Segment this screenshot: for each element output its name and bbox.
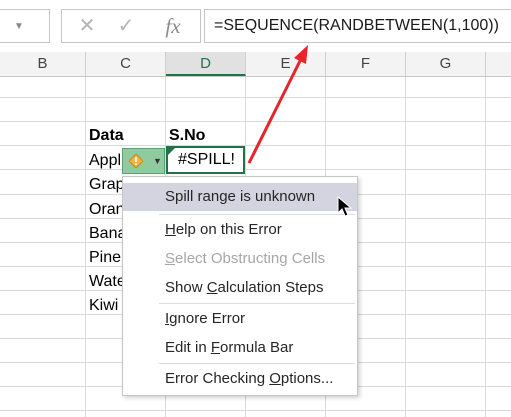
error-indicator-icon [168, 148, 175, 155]
column-header-d[interactable]: D [166, 52, 246, 76]
header-data-cell[interactable]: Data [89, 127, 124, 145]
active-cell-d3[interactable]: #SPILL! [166, 146, 245, 174]
chevron-down-icon[interactable]: ▼ [153, 156, 162, 166]
name-box[interactable]: ▼ [0, 9, 50, 43]
insert-function-button[interactable]: fx [160, 12, 186, 40]
data-cell[interactable]: Wate [89, 273, 126, 291]
column-header-f[interactable]: F [326, 52, 406, 76]
mouse-pointer-icon [337, 196, 353, 217]
error-options-menu: Spill range is unknown Help on this Erro… [122, 176, 358, 396]
column-header-e[interactable]: E [246, 52, 326, 76]
data-cell[interactable]: Grap [89, 176, 125, 194]
menu-item-spill-range-unknown[interactable]: Spill range is unknown [123, 183, 357, 211]
column-headers: B C D E F G [0, 52, 511, 77]
data-cell[interactable]: Kiwi [89, 297, 118, 315]
header-sno-cell[interactable]: S.No [169, 127, 205, 145]
menu-item-select-obstructing-cells: Select Obstructing Cells [165, 250, 326, 267]
data-cell[interactable]: Pine [89, 249, 121, 267]
column-header-g[interactable]: G [406, 52, 486, 76]
spill-error-text: #SPILL! [178, 151, 235, 168]
warning-diamond-icon [129, 154, 143, 168]
menu-item-help-on-error[interactable]: Help on this Error [123, 216, 357, 244]
formula-buttons: ✕ ✓ fx [61, 9, 201, 43]
chevron-down-icon[interactable]: ▼ [14, 21, 24, 32]
menu-item-error-checking-options[interactable]: Error Checking Options... [123, 365, 357, 393]
data-cell[interactable]: Bana [89, 225, 126, 243]
formula-bar: ▼ ✕ ✓ fx =SEQUENCE(RANDBETWEEN(1,100)) [0, 0, 511, 53]
data-cell[interactable]: Oran [89, 201, 125, 219]
formula-text[interactable]: =SEQUENCE(RANDBETWEEN(1,100)) [214, 17, 499, 35]
error-smart-tag-button[interactable]: ▼ [122, 148, 165, 174]
column-header-c[interactable]: C [86, 52, 166, 76]
enter-check-icon[interactable]: ✓ [115, 12, 137, 40]
formula-input[interactable]: =SEQUENCE(RANDBETWEEN(1,100)) [204, 9, 511, 43]
column-header-b[interactable]: B [0, 52, 86, 76]
cancel-icon[interactable]: ✕ [76, 12, 98, 40]
menu-item-show-calculation-steps[interactable]: Show Calculation Steps [123, 274, 357, 302]
menu-item-ignore-error[interactable]: Ignore Error [123, 305, 357, 333]
menu-item-edit-in-formula-bar[interactable]: Edit in Formula Bar [123, 334, 357, 362]
data-cell[interactable]: Appl [89, 152, 121, 170]
